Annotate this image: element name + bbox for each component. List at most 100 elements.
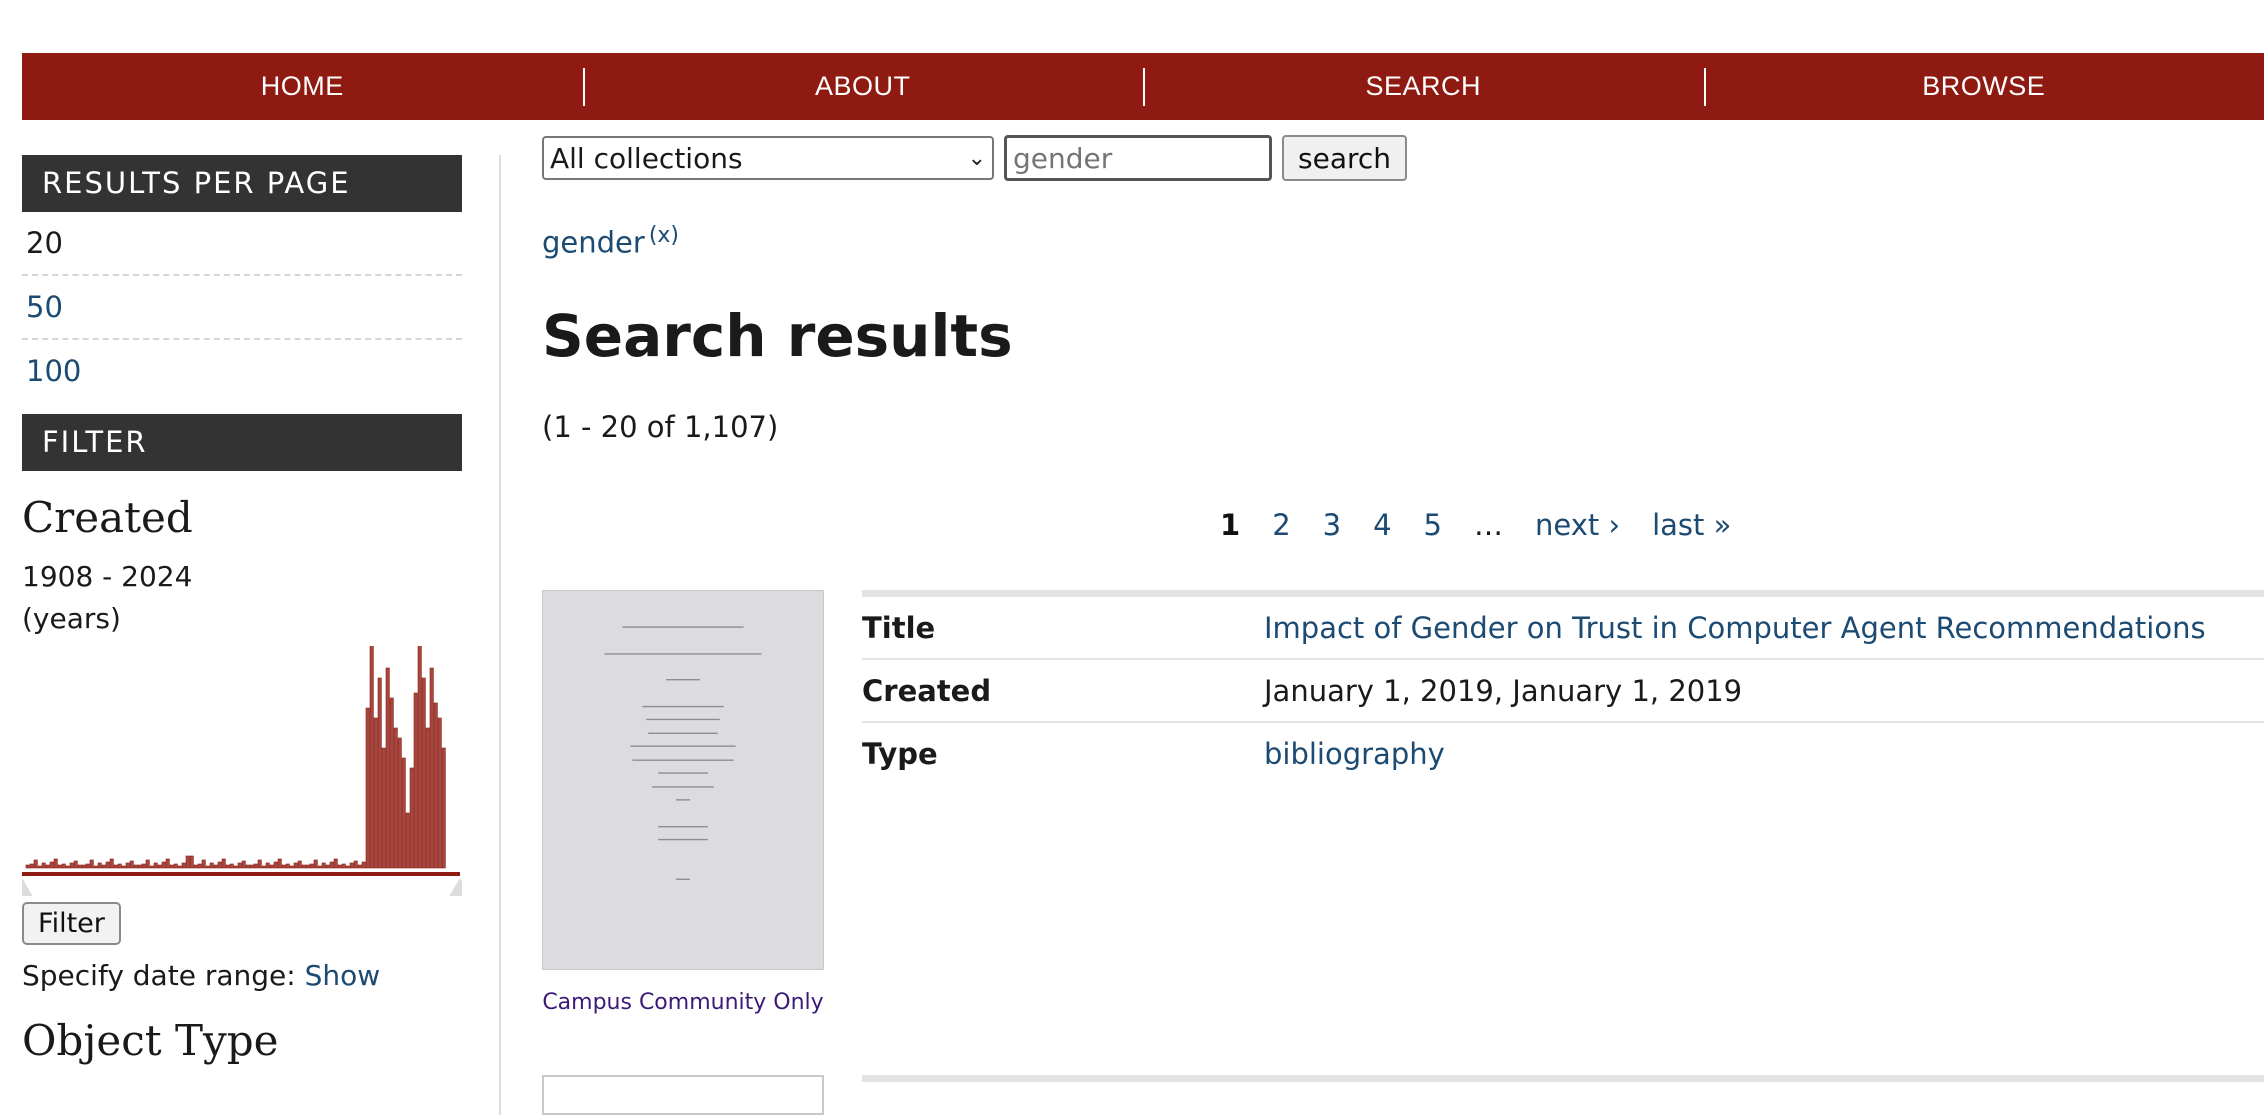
histogram-bar xyxy=(414,693,417,868)
rpp-link-100[interactable]: 100 xyxy=(26,354,81,388)
date-range-row: Specify date range: Show xyxy=(22,959,462,992)
object-type-title: Object Type xyxy=(22,1016,462,1065)
histogram-bar xyxy=(106,862,109,868)
histogram-bar xyxy=(86,864,89,868)
histogram-bar xyxy=(166,859,169,868)
nav-home[interactable]: HOME xyxy=(22,53,583,120)
histogram-bar xyxy=(266,863,269,868)
pager-next[interactable]: next › xyxy=(1535,508,1620,542)
histogram-bar xyxy=(378,678,381,868)
histogram-bar xyxy=(338,865,341,868)
main-content: All collections ⌄ search gender(x) Searc… xyxy=(542,135,2264,444)
histogram-bar xyxy=(310,864,313,868)
histogram-bar xyxy=(178,866,181,868)
collection-select[interactable]: All collections ⌄ xyxy=(542,136,994,180)
histogram-bar xyxy=(270,865,273,868)
histogram-bar xyxy=(294,863,297,868)
histogram-bar xyxy=(314,860,317,868)
histogram-bar xyxy=(246,865,249,868)
access-restriction-label: Campus Community Only xyxy=(542,990,824,1015)
histogram-bar xyxy=(158,865,161,868)
histogram-bar xyxy=(82,865,85,868)
search-input[interactable] xyxy=(1004,135,1272,181)
created-unit: (years) xyxy=(22,598,462,640)
histogram-bar xyxy=(302,865,305,868)
active-facet-label[interactable]: gender xyxy=(542,226,645,260)
histogram-bar xyxy=(74,861,77,868)
date-range-show-link[interactable]: Show xyxy=(305,959,381,992)
pager-last[interactable]: last » xyxy=(1652,508,1731,542)
histogram-bar xyxy=(282,865,285,868)
histogram-bar xyxy=(50,862,53,868)
pager-page-2[interactable]: 2 xyxy=(1272,508,1290,542)
result-thumbnail-2[interactable] xyxy=(542,1075,824,1115)
pager-page-5[interactable]: 5 xyxy=(1424,508,1442,542)
nav-about[interactable]: ABOUT xyxy=(583,53,1144,120)
histogram-bar xyxy=(118,864,121,868)
histogram-bar xyxy=(94,866,97,868)
histogram-bar xyxy=(262,866,265,868)
histogram-bar xyxy=(186,856,189,868)
rpp-option-100[interactable]: 100 xyxy=(22,340,462,402)
page-title: Search results xyxy=(542,302,2264,370)
histogram-bar xyxy=(278,859,281,868)
nav-browse[interactable]: BROWSE xyxy=(1704,53,2264,120)
histogram-bar xyxy=(326,865,329,868)
histogram-bar xyxy=(402,758,405,868)
rpp-link-50[interactable]: 50 xyxy=(26,290,63,324)
created-histogram[interactable] xyxy=(22,646,462,896)
field-label-created: Created xyxy=(862,674,1264,708)
filter-button[interactable]: Filter xyxy=(22,902,121,945)
search-button[interactable]: search xyxy=(1282,135,1407,181)
histogram-bar xyxy=(30,864,33,868)
range-slider-track[interactable] xyxy=(22,872,460,876)
histogram-bar xyxy=(38,866,41,868)
histogram-bar xyxy=(366,708,369,868)
histogram-bar xyxy=(234,866,237,868)
pager-page-3[interactable]: 3 xyxy=(1323,508,1341,542)
histogram-bar xyxy=(114,865,117,868)
created-facet-title: Created xyxy=(22,493,462,542)
chevron-down-icon: ⌄ xyxy=(968,146,986,171)
histogram-bar xyxy=(162,862,165,868)
histogram-bar xyxy=(182,863,185,868)
histogram-bar xyxy=(98,863,101,868)
histogram-bar xyxy=(318,866,321,868)
range-slider-min-handle[interactable] xyxy=(22,878,35,896)
top-navigation: HOME ABOUT SEARCH BROWSE xyxy=(22,53,2264,120)
result-title-link[interactable]: Impact of Gender on Trust in Computer Ag… xyxy=(1264,611,2206,645)
histogram-bar xyxy=(66,866,69,868)
histogram-bar xyxy=(430,668,433,868)
histogram-bar xyxy=(298,861,301,868)
histogram-bar xyxy=(258,860,261,868)
histogram-bar xyxy=(250,865,253,868)
histogram-bar xyxy=(342,864,345,868)
histogram-bar xyxy=(42,863,45,868)
document-page-image xyxy=(543,591,823,969)
histogram-bar xyxy=(346,866,349,868)
histogram-bar xyxy=(122,866,125,868)
histogram-bar xyxy=(422,678,425,868)
histogram-bar xyxy=(78,865,81,868)
histogram-bar xyxy=(230,864,233,868)
histogram-bar xyxy=(354,861,357,868)
histogram-bar xyxy=(222,859,225,868)
histogram-bar xyxy=(382,748,385,868)
result-created-value: January 1, 2019, January 1, 2019 xyxy=(1264,674,2264,708)
remove-facet-link[interactable]: (x) xyxy=(649,223,679,248)
result-metadata: Title Impact of Gender on Trust in Compu… xyxy=(862,590,2264,784)
result-type-link[interactable]: bibliography xyxy=(1264,737,1445,771)
nav-search[interactable]: SEARCH xyxy=(1143,53,1704,120)
histogram-bar xyxy=(238,863,241,868)
histogram-bar xyxy=(330,862,333,868)
histogram-bar xyxy=(194,865,197,868)
result-thumbnail[interactable] xyxy=(542,590,824,970)
pager-page-4[interactable]: 4 xyxy=(1373,508,1391,542)
histogram-bar xyxy=(90,860,93,868)
field-label-title: Title xyxy=(862,611,1264,645)
rpp-option-50[interactable]: 50 xyxy=(22,276,462,340)
filter-header: FILTER xyxy=(22,414,462,471)
histogram-bar xyxy=(150,866,153,868)
histogram-bar xyxy=(254,864,257,868)
range-slider-max-handle[interactable] xyxy=(447,878,462,896)
